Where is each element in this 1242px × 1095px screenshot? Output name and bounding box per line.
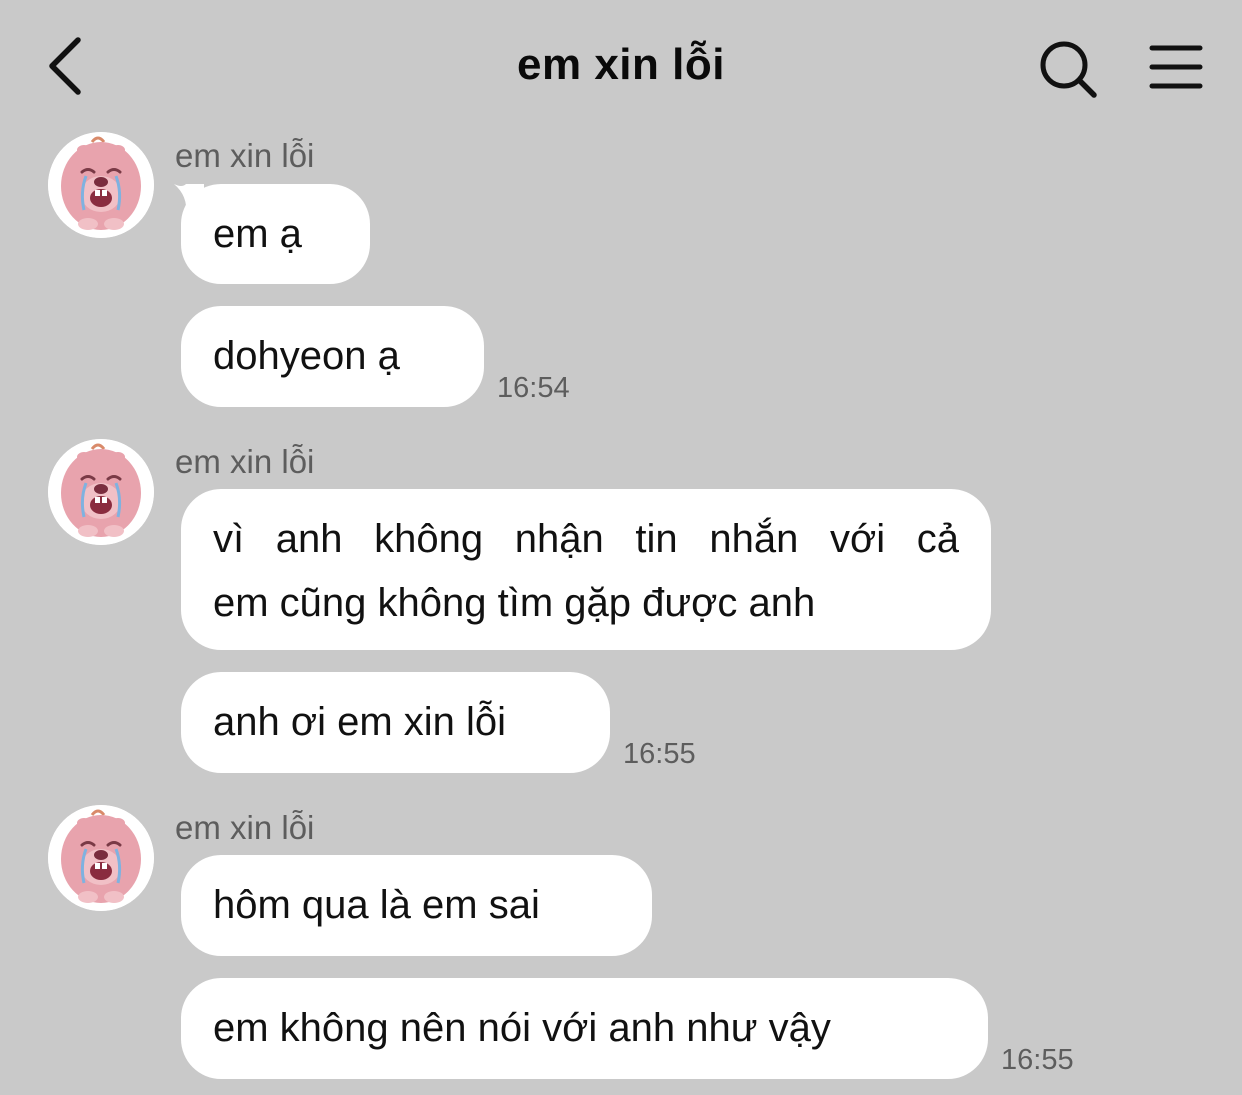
message-timestamp: 16:55 <box>1001 1044 1074 1076</box>
avatar[interactable] <box>48 439 154 545</box>
message-text: hôm qua là em sai <box>213 883 540 927</box>
crying-beaver-icon <box>48 805 154 911</box>
message-bubble[interactable]: dohyeon ạ <box>181 306 484 407</box>
sender-name: em xin lỗi <box>175 443 315 480</box>
message-text: anh ơi em xin lỗi <box>213 700 507 744</box>
avatar[interactable] <box>48 132 154 238</box>
message-bubble[interactable]: vì anh không nhận tin nhắn với cả em cũn… <box>181 489 991 650</box>
menu-button[interactable] <box>1146 42 1206 94</box>
sender-name: em xin lỗi <box>175 137 315 174</box>
chat-header: em xin lỗi <box>0 0 1242 130</box>
message-text: em không nên nói với anh như vậy <box>213 1006 831 1050</box>
message-text: dohyeon ạ <box>213 334 400 378</box>
message-text-line: em cũng không tìm gặp được anh <box>213 581 816 625</box>
crying-beaver-icon <box>48 439 154 545</box>
message-timestamp: 16:54 <box>497 372 570 404</box>
search-button[interactable] <box>1036 38 1102 100</box>
message-text-line: vì anh không nhận tin nhắn với cả <box>213 517 959 561</box>
message-timestamp: 16:55 <box>623 738 696 770</box>
message-bubble[interactable]: hôm qua là em sai <box>181 855 652 956</box>
hamburger-menu-icon <box>1149 45 1203 89</box>
sender-name: em xin lỗi <box>175 809 315 846</box>
message-text: em ạ <box>213 211 302 256</box>
message-bubble[interactable]: em ạ <box>181 184 370 284</box>
search-icon <box>1040 41 1097 98</box>
message-bubble[interactable]: anh ơi em xin lỗi <box>181 672 610 773</box>
message-bubble[interactable]: em không nên nói với anh như vậy <box>181 978 988 1079</box>
avatar[interactable] <box>48 805 154 911</box>
crying-beaver-icon <box>48 132 154 238</box>
